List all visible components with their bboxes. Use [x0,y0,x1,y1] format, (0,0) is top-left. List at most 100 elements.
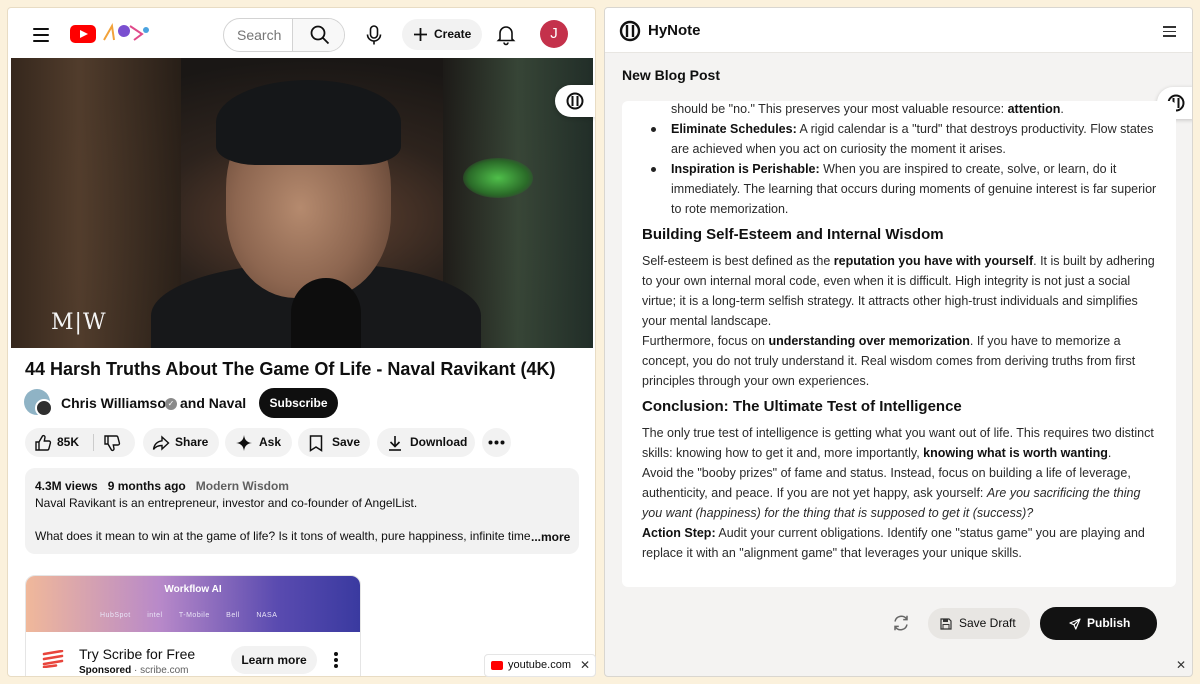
ad-partner-logos: HubSpot intel T-Mobile Bell NASA [100,612,291,619]
description-tag[interactable]: Modern Wisdom [196,479,289,493]
ask-button[interactable]: Ask [225,428,292,457]
description-line-1: Naval Ravikant is an entrepreneur, inves… [35,496,418,510]
menu-icon[interactable] [1163,26,1176,37]
hynote-header: HyNote [605,8,1192,53]
menu-icon[interactable] [33,28,49,42]
section-heading: Conclusion: The Ultimate Test of Intelli… [642,398,962,415]
bullet-heading: Eliminate Schedules: [671,122,797,136]
share-label: Share [175,435,209,449]
save-draft-label: Save Draft [959,616,1016,630]
thumbs-up-icon[interactable] [34,434,52,452]
video-player[interactable]: M|W [11,58,593,348]
scribe-logo-icon [42,650,64,668]
account-avatar[interactable]: J [540,20,568,48]
ad-logo: T-Mobile [178,612,210,619]
sponsored-ad-card[interactable]: Workflow AI HubSpot intel T-Mobile Bell … [25,575,361,676]
sparkle-icon [236,435,252,451]
microphone-icon[interactable] [361,22,387,48]
list-item: Inspiration is Perishable: When you are … [642,159,1160,219]
document-title[interactable]: New Blog Post [622,67,720,83]
hynote-launcher-button[interactable] [555,85,595,117]
youtube-logo[interactable] [70,25,96,43]
ask-label: Ask [259,435,282,449]
refresh-icon[interactable] [892,614,910,632]
paragraph-text: . [1107,446,1112,460]
download-button[interactable]: Download [377,428,475,457]
save-button[interactable]: Save [298,428,370,457]
channel-name[interactable]: Chris Williamson [61,395,174,411]
upload-age: 9 months ago [107,479,186,493]
description-more-link[interactable]: ...more [531,530,570,544]
close-icon[interactable]: ✕ [1176,658,1186,672]
bullet-heading: Inspiration is Perishable: [671,162,820,176]
send-icon [1069,618,1081,630]
verified-icon: ✓ [165,398,177,410]
publish-button[interactable]: Publish [1040,607,1157,640]
create-label: Create [434,27,472,41]
youtube-window: Create J M|W 44 Harsh Truths About The G… [7,7,596,677]
bold-text: understanding over memorization [768,334,970,348]
share-icon [152,435,170,451]
ad-sponsored-label: Sponsored · scribe.com [79,665,188,676]
youtube-topbar: Create J [8,8,595,60]
description-line-2: What does it mean to win at the game of … [35,529,530,543]
publish-label: Publish [1087,616,1131,630]
hynote-logo-icon [566,92,584,110]
ad-title[interactable]: Try Scribe for Free [79,646,195,662]
learn-more-button[interactable]: Learn more [231,646,317,674]
video-frame-lamp [463,158,533,198]
sponsored-text: Sponsored [79,665,132,676]
ad-logo: Bell [226,612,240,619]
like-divider [93,434,94,451]
video-frame-microphone [291,278,361,348]
description-meta: 4.3M views 9 months ago Modern Wisdom [35,479,569,493]
youtube-tab-chip[interactable]: youtube.com ✕ [484,654,596,677]
bell-icon[interactable] [494,22,518,46]
tab-domain: youtube.com [508,659,571,671]
bullet-text: should be "no." This preserves your most… [671,102,1008,116]
subscribe-button[interactable]: Subscribe [259,388,338,418]
share-button[interactable]: Share [143,428,219,457]
ad-logo: HubSpot [100,612,131,619]
paragraph-text: Audit your current obligations. Identify… [642,526,1145,560]
save-draft-button[interactable]: Save Draft [928,608,1030,639]
bold-text: attention [1007,102,1061,116]
like-count[interactable]: 85K [57,428,79,457]
youtube-favicon-icon [491,661,503,670]
close-icon[interactable]: ✕ [580,655,590,676]
plus-icon [414,28,427,41]
view-count: 4.3M views [35,479,98,493]
paragraph: Action Step: Audit your current obligati… [642,523,1160,563]
search-box[interactable] [223,18,345,52]
floppy-disk-icon [940,618,952,630]
search-button[interactable] [292,19,344,51]
paragraph: Furthermore, focus on understanding over… [642,331,1160,391]
ad-banner-image[interactable]: Workflow AI HubSpot intel T-Mobile Bell … [26,576,360,632]
more-actions-button[interactable] [482,428,511,457]
paragraph: The only true test of intelligence is ge… [642,423,1160,463]
bullet-text: . [1060,102,1064,116]
section-heading: Building Self-Esteem and Internal Wisdom [642,226,944,243]
blog-editor[interactable]: should be "no." This preserves your most… [622,101,1176,587]
doodle-icon[interactable] [100,20,152,46]
more-horizontal-icon [488,440,505,445]
ad-more-icon[interactable] [334,652,338,668]
video-frame-cap [216,80,401,165]
save-playlist-icon [309,435,323,452]
paragraph: Self-esteem is best defined as the reput… [642,251,1160,331]
search-input[interactable] [224,19,294,51]
ad-domain: · scribe.com [134,665,189,676]
paragraph: Avoid the "booby prizes" of fame and sta… [642,463,1160,523]
create-button[interactable]: Create [402,19,482,50]
editor-content[interactable]: should be "no." This preserves your most… [642,101,1160,563]
paragraph-text: Furthermore, focus on [642,334,769,348]
like-dislike-group: 85K [25,428,135,457]
thumbs-down-icon[interactable] [103,434,121,452]
video-description[interactable]: 4.3M views 9 months ago Modern Wisdom Na… [25,468,579,554]
download-label: Download [410,435,468,449]
hynote-logo-icon [619,20,641,42]
list-item: should be "no." This preserves your most… [642,101,1160,119]
collab-avatar[interactable] [35,399,53,417]
download-icon [389,436,401,451]
channel-collab[interactable]: and Naval [180,395,246,411]
